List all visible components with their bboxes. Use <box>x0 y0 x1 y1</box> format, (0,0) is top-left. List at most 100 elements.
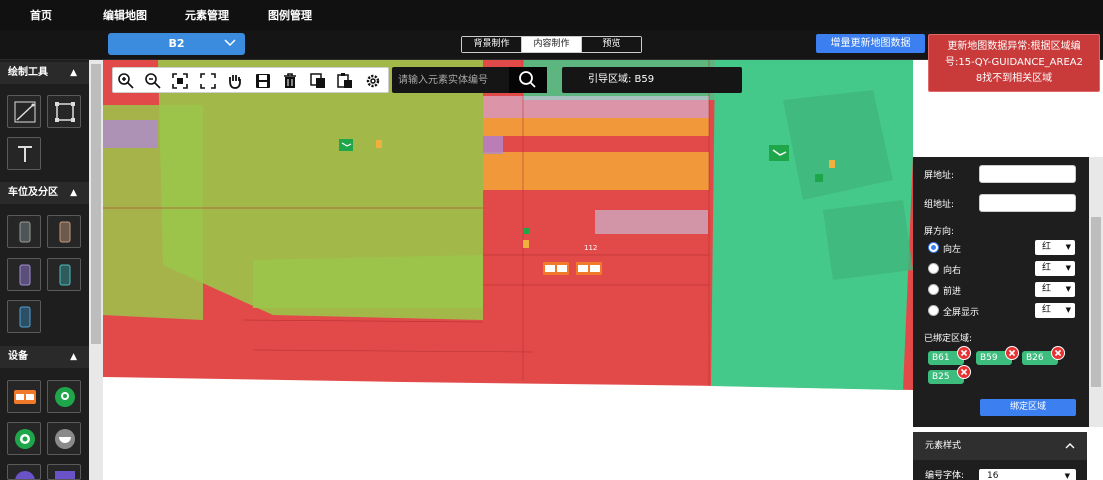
color-select-value: 红 <box>1042 242 1052 252</box>
section-devices[interactable]: 设备 ▲ <box>0 346 89 368</box>
tab-preview[interactable]: 预览 <box>581 37 641 52</box>
text-tool-button[interactable] <box>7 137 41 170</box>
search-button[interactable] <box>509 67 547 93</box>
parking-blue-button[interactable] <box>7 300 41 333</box>
dome-camera-button[interactable] <box>47 422 81 455</box>
zoom-in-icon[interactable] <box>117 72 135 90</box>
section-title: 设备 <box>8 351 28 362</box>
zone-purple <box>483 136 503 154</box>
zone-purple <box>103 120 158 148</box>
panel-scrollbar[interactable] <box>1089 157 1103 427</box>
bound-area-text: B26 <box>1026 353 1044 363</box>
small-device-icon[interactable] <box>815 174 823 182</box>
scrollbar-thumb[interactable] <box>1091 217 1101 387</box>
tab-content[interactable]: 内容制作 <box>521 37 581 52</box>
nav-legend-manage[interactable]: 图例管理 <box>268 7 312 23</box>
line-tool-button[interactable] <box>7 95 41 128</box>
remove-icon[interactable] <box>957 346 971 360</box>
bind-area-button[interactable]: 绑定区域 <box>980 399 1076 416</box>
screen-device-marker[interactable] <box>576 262 602 275</box>
caret-down-icon: ▼ <box>1065 285 1071 293</box>
direction-option-forward[interactable]: 前进 红 ▼ <box>928 282 1078 298</box>
camera-device-button[interactable] <box>47 380 81 413</box>
delete-icon[interactable] <box>281 72 299 90</box>
scrollbar-thumb[interactable] <box>91 64 101 344</box>
line-tool-icon <box>14 101 36 123</box>
bound-area-chip: B25 <box>928 365 971 384</box>
zone-orange <box>483 152 709 190</box>
color-select-value: 红 <box>1042 305 1052 315</box>
error-toast-line1: 更新地图数据异常:根据区域编 <box>947 41 1081 52</box>
map-toolbar <box>112 67 389 93</box>
purple-square-icon <box>55 471 75 479</box>
bound-area-text: B59 <box>980 353 998 363</box>
settings-icon[interactable] <box>364 72 382 90</box>
sidebar-scrollbar[interactable] <box>89 60 103 480</box>
direction-option-left[interactable]: 向左 红 ▼ <box>928 240 1078 256</box>
device-tool-button[interactable] <box>7 464 41 480</box>
bound-area-chip: B26 <box>1022 346 1065 365</box>
color-select-left[interactable]: 红 ▼ <box>1035 240 1075 255</box>
nav-element-manage[interactable]: 元素管理 <box>185 7 229 23</box>
incremental-update-button[interactable]: 增量更新地图数据 <box>816 34 925 53</box>
save-icon[interactable] <box>254 72 272 90</box>
floor-select[interactable]: B2 <box>108 33 245 55</box>
element-search-input[interactable] <box>398 71 510 89</box>
green-camera-button[interactable] <box>7 422 41 455</box>
small-device-icon[interactable] <box>829 160 835 168</box>
mode-tabs: 背景制作 内容制作 预览 <box>461 36 642 53</box>
map-canvas[interactable]: 112 <box>103 60 913 480</box>
screen-device-marker[interactable] <box>543 262 569 275</box>
small-device-icon[interactable] <box>523 240 529 248</box>
direction-option-fullscreen[interactable]: 全屏显示 红 ▼ <box>928 303 1078 319</box>
search-icon <box>519 71 536 88</box>
paste-icon[interactable] <box>336 72 354 90</box>
section-draw-tools[interactable]: 绘制工具 ▲ <box>0 62 89 84</box>
radio-left[interactable] <box>928 242 939 253</box>
copy-icon[interactable] <box>309 72 327 90</box>
font-size-value: 16 <box>987 471 999 480</box>
pan-hand-icon[interactable] <box>226 72 244 90</box>
group-addr-input[interactable] <box>979 194 1076 212</box>
small-device-icon[interactable] <box>523 228 529 234</box>
parking-gray-button[interactable] <box>7 215 41 248</box>
radio-forward[interactable] <box>928 284 939 295</box>
screen-addr-input[interactable] <box>979 165 1076 183</box>
rect-tool-button[interactable] <box>47 95 81 128</box>
caret-down-icon: ▼ <box>1065 243 1071 251</box>
radio-fullscreen[interactable] <box>928 305 939 316</box>
color-select-fullscreen[interactable]: 红 ▼ <box>1035 303 1075 318</box>
direction-option-right[interactable]: 向右 红 ▼ <box>928 261 1078 277</box>
device-tool-button[interactable] <box>47 464 81 480</box>
remove-icon[interactable] <box>1005 346 1019 360</box>
color-select-right[interactable]: 红 ▼ <box>1035 261 1075 276</box>
zoom-out-icon[interactable] <box>144 72 162 90</box>
fit-icon[interactable] <box>171 72 189 90</box>
nav-home[interactable]: 首页 <box>30 7 52 23</box>
direction-text: 全屏显示 <box>943 308 980 318</box>
parking-brown-button[interactable] <box>47 215 81 248</box>
exit-sign-icon[interactable] <box>769 145 789 161</box>
nav-edit-map[interactable]: 编辑地图 <box>103 7 147 23</box>
tab-background[interactable]: 背景制作 <box>462 37 521 52</box>
remove-icon[interactable] <box>1051 346 1065 360</box>
parking-teal-button[interactable] <box>47 258 81 291</box>
radio-right[interactable] <box>928 263 939 274</box>
zone-green-block <box>823 200 913 280</box>
remove-icon[interactable] <box>957 365 971 379</box>
fullscreen-icon[interactable] <box>199 72 217 90</box>
purple-device-icon <box>15 471 35 479</box>
direction-text: 向左 <box>943 245 962 255</box>
font-size-select[interactable]: 16 ▼ <box>979 469 1076 480</box>
chevron-up-icon: ▲ <box>70 352 77 362</box>
exit-sign-icon[interactable] <box>339 139 353 151</box>
floor-plan[interactable]: 112 <box>103 60 913 480</box>
element-style-header[interactable]: 元素样式 <box>913 432 1087 460</box>
color-select-forward[interactable]: 红 ▼ <box>1035 282 1075 297</box>
screen-device-button[interactable] <box>7 380 41 413</box>
section-parking[interactable]: 车位及分区 ▲ <box>0 182 89 204</box>
zone-olive-lower <box>253 255 483 308</box>
small-device-icon[interactable] <box>376 140 382 148</box>
error-toast: 更新地图数据异常:根据区域编 号:15-QY-GUIDANCE_AREA2 8找… <box>928 34 1100 92</box>
parking-purple-button[interactable] <box>7 258 41 291</box>
